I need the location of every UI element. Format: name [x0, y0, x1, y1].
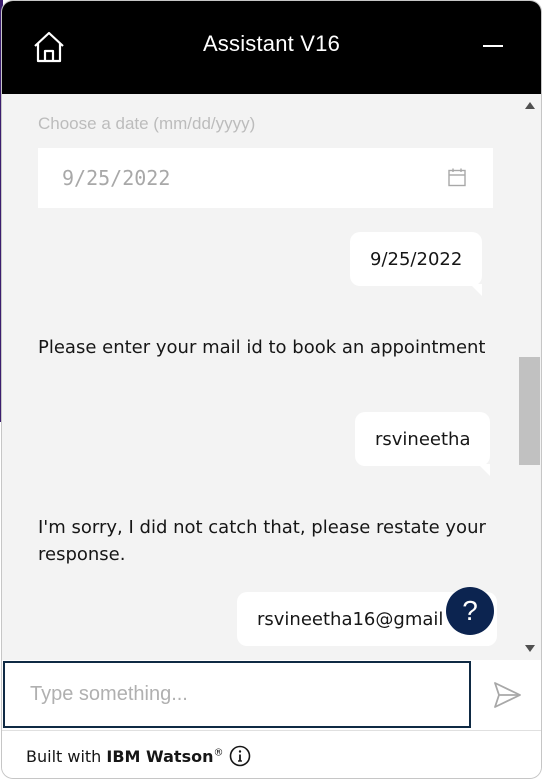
date-picker-label: Choose a date (mm/dd/yyyy)	[38, 114, 256, 133]
help-icon: ?	[462, 595, 478, 626]
date-picker-field[interactable]: 9/25/2022	[38, 148, 493, 208]
scroll-down-icon[interactable]	[525, 645, 535, 652]
chat-header: Assistant V16	[2, 1, 541, 94]
user-message: rsvineetha	[355, 412, 491, 476]
footer: Built with IBM Watson®	[2, 730, 541, 778]
info-icon[interactable]	[229, 745, 251, 767]
message-input[interactable]	[3, 661, 471, 728]
brand-name: IBM Watson	[106, 747, 214, 766]
message-text: rsvineetha16@gmail	[257, 608, 444, 630]
bot-message: Please enter your mail id to book an app…	[38, 334, 488, 361]
message-text: Please enter your mail id to book an app…	[38, 337, 486, 358]
scrollbar-thumb[interactable]	[519, 357, 540, 465]
minimize-icon[interactable]	[483, 45, 503, 47]
scrollbar[interactable]	[518, 94, 541, 660]
chat-widget: Assistant V16 Choose a date (mm/dd/yyyy)…	[1, 0, 542, 779]
bot-message: I'm sorry, I did not catch that, please …	[38, 514, 488, 568]
composer	[2, 660, 541, 730]
conversation-area: Choose a date (mm/dd/yyyy) 9/25/2022 9/2…	[2, 94, 541, 660]
user-message: 9/25/2022	[350, 232, 483, 296]
chat-title: Assistant V16	[202, 31, 341, 56]
scroll-up-icon[interactable]	[525, 102, 535, 109]
message-text: rsvineetha	[375, 428, 471, 450]
date-picker-value: 9/25/2022	[62, 166, 171, 190]
send-icon[interactable]	[492, 680, 522, 710]
message-text: 9/25/2022	[370, 248, 463, 270]
registered-mark: ®	[213, 747, 224, 759]
built-with-prefix: Built with	[26, 747, 107, 766]
built-with-text: Built with IBM Watson®	[26, 747, 223, 766]
message-text: I'm sorry, I did not catch that, please …	[38, 517, 486, 565]
help-button[interactable]: ?	[446, 587, 494, 635]
calendar-icon[interactable]	[447, 167, 467, 187]
